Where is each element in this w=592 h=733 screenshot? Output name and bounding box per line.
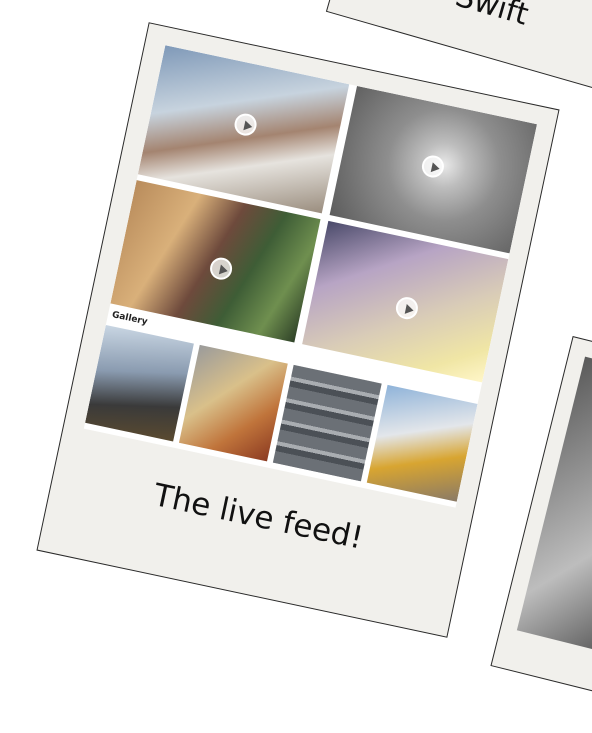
polaroid-card-right — [490, 336, 592, 724]
gallery-thumbnail[interactable] — [85, 324, 194, 442]
gallery-thumbnail[interactable] — [272, 364, 382, 482]
gallery-thumbnail[interactable] — [366, 384, 478, 502]
polaroid-photo-right — [516, 356, 592, 694]
play-icon[interactable] — [208, 255, 235, 282]
play-icon[interactable] — [393, 295, 420, 322]
polaroid-caption-top: Swift — [451, 0, 533, 33]
play-icon[interactable] — [232, 111, 259, 138]
play-icon[interactable] — [419, 153, 446, 180]
screenshot-panel: Gallery — [83, 45, 538, 508]
gallery-heading: Gallery — [111, 310, 149, 328]
polaroid-card-main: Gallery The live feed! — [36, 22, 560, 638]
gallery-thumbnail[interactable] — [178, 344, 288, 462]
